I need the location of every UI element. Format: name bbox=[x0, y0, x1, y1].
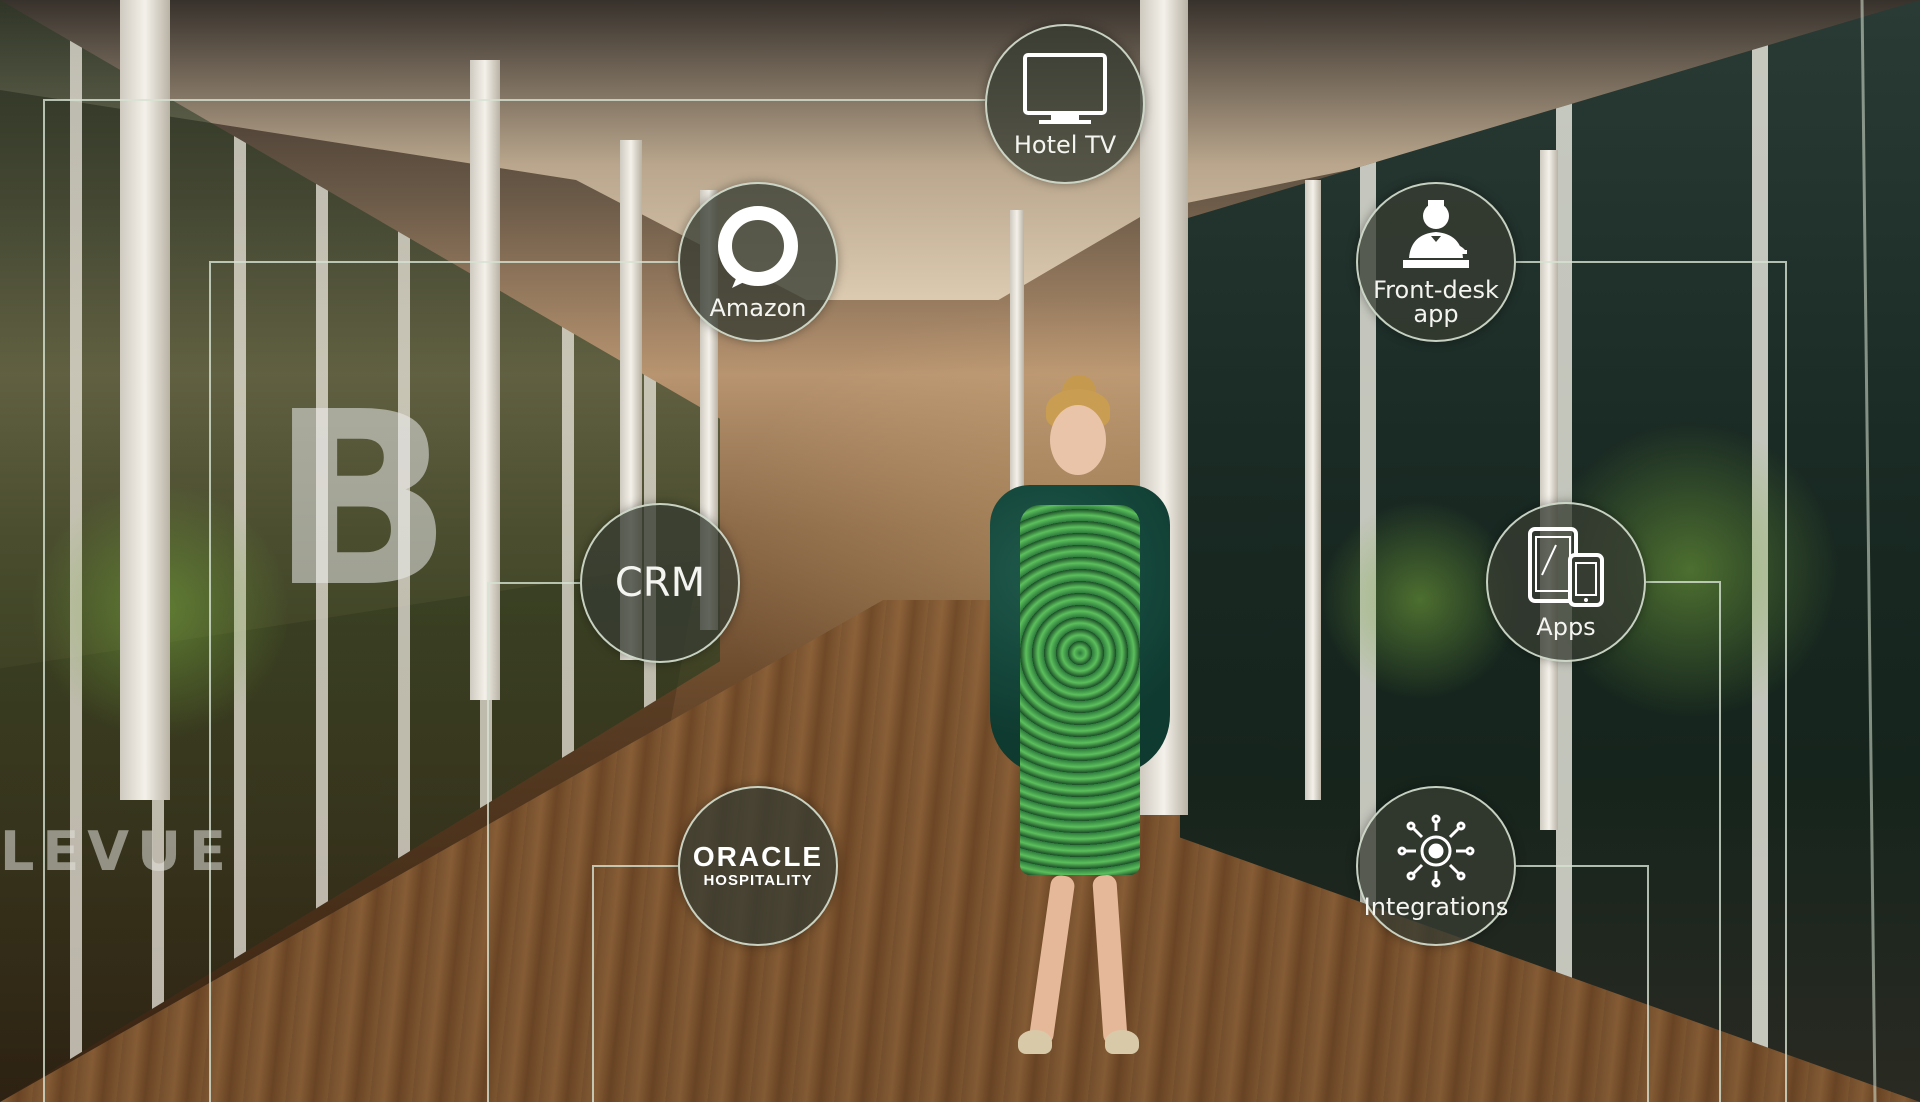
hub-label: app bbox=[1413, 300, 1459, 328]
hub-label: Integrations bbox=[1363, 893, 1509, 921]
tv-icon bbox=[1023, 53, 1107, 124]
connector-line bbox=[1516, 261, 1787, 1102]
hub-label: CRM bbox=[614, 560, 706, 606]
glass-edge-line bbox=[1860, 0, 1877, 1102]
connector-line bbox=[592, 865, 678, 1102]
hotel-lobby-scene: B LEVUE Hotel TV Amazon Front-desk app C… bbox=[0, 0, 1920, 1102]
connector-line bbox=[209, 261, 678, 1102]
tablet-phone-icon bbox=[1528, 527, 1604, 607]
hub-oracle-hospitality[interactable]: ORACLE HOSPITALITY bbox=[678, 786, 838, 946]
oracle-logo-sub: HOSPITALITY bbox=[703, 872, 813, 889]
connector-line bbox=[43, 99, 985, 1102]
hub-apps[interactable]: Apps bbox=[1486, 502, 1646, 662]
concierge-person-icon bbox=[1403, 200, 1469, 268]
hub-label: Front-desk bbox=[1373, 276, 1499, 304]
hub-amazon[interactable]: Amazon bbox=[678, 182, 838, 342]
amazon-alexa-ring-icon bbox=[718, 206, 798, 288]
connector-line bbox=[1646, 581, 1721, 1102]
hub-integrations[interactable]: Integrations bbox=[1356, 786, 1516, 946]
hub-crm[interactable]: CRM bbox=[580, 503, 740, 663]
hub-hotel-tv[interactable]: Hotel TV bbox=[985, 24, 1145, 184]
connector-line bbox=[1516, 865, 1649, 1102]
gear-circuit-icon bbox=[1397, 814, 1475, 888]
hub-label: Hotel TV bbox=[1013, 131, 1117, 159]
hub-label: Apps bbox=[1536, 613, 1596, 641]
oracle-logo-word: ORACLE bbox=[692, 841, 824, 872]
connector-line bbox=[487, 582, 580, 1102]
hub-label: Amazon bbox=[709, 294, 807, 322]
hub-front-desk-app[interactable]: Front-desk app bbox=[1356, 182, 1516, 342]
